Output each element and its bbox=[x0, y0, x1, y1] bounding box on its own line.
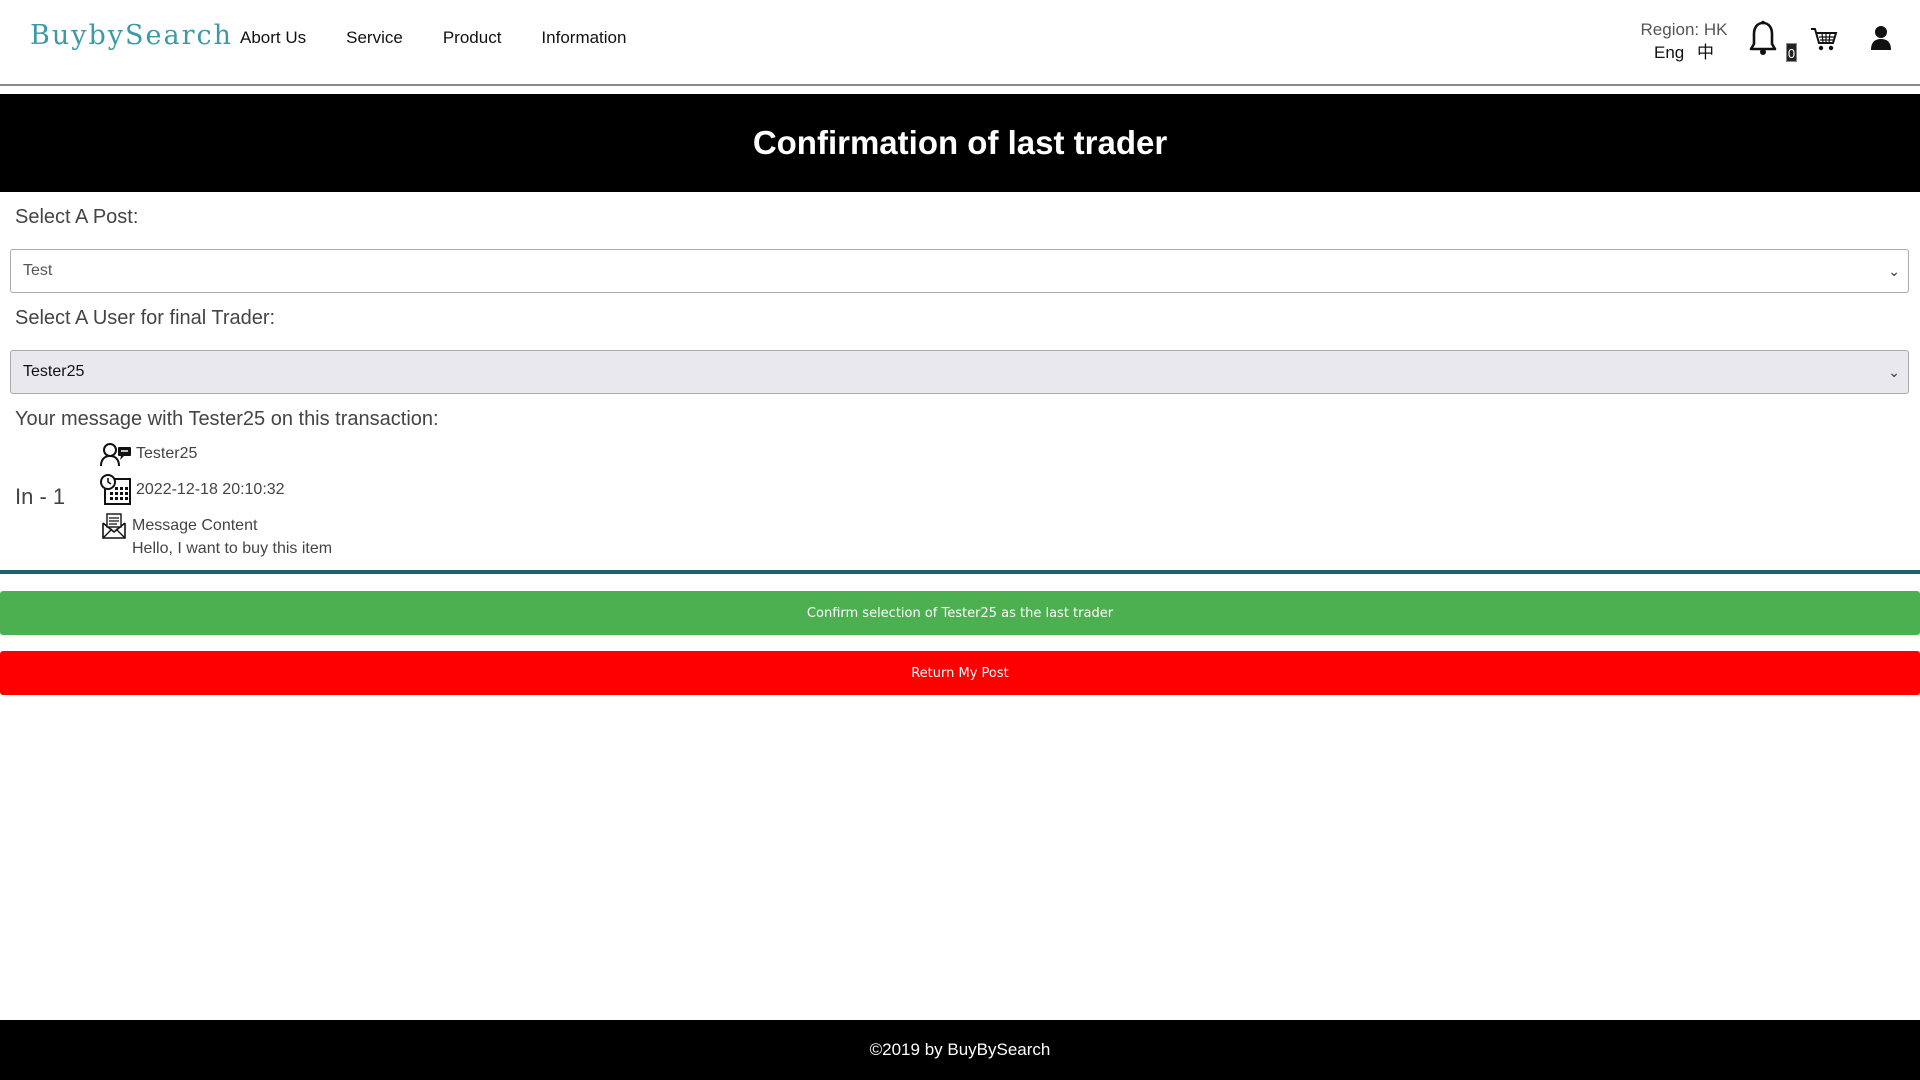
cart-icon[interactable] bbox=[1810, 26, 1838, 52]
page-title-bar: Confirmation of last trader bbox=[0, 94, 1920, 192]
section-divider bbox=[0, 570, 1920, 574]
notification-count-badge: 0 bbox=[1786, 43, 1797, 62]
message-content: Hello, I want to buy this item bbox=[132, 540, 333, 557]
site-logo[interactable]: BuybySearch bbox=[30, 20, 233, 51]
lang-chinese[interactable]: 中 bbox=[1697, 43, 1714, 62]
chevron-down-icon: ⌄ bbox=[1888, 263, 1900, 279]
message-section-label: Your message with Tester25 on this trans… bbox=[15, 408, 439, 430]
message-content-label: Message Content bbox=[132, 517, 258, 534]
message-sender: Tester25 bbox=[136, 445, 198, 462]
trader-select[interactable]: Tester25 ⌄ bbox=[10, 350, 1909, 394]
region-selector[interactable]: Region: HK Eng 中 bbox=[1636, 18, 1732, 64]
trader-select-value: Tester25 bbox=[23, 363, 85, 380]
user-chat-icon bbox=[100, 443, 131, 467]
message-timestamp-row: 2022-12-18 20:10:32 bbox=[100, 474, 285, 506]
message-index: In - 1 bbox=[15, 484, 66, 509]
envelope-letter-icon bbox=[102, 513, 126, 539]
user-icon[interactable] bbox=[1870, 25, 1892, 51]
page-footer: ©2019 by BuyBySearch bbox=[0, 1020, 1920, 1080]
top-header: BuybySearch Abort Us Service Product Inf… bbox=[0, 0, 1920, 86]
lang-english[interactable]: Eng bbox=[1654, 43, 1684, 62]
post-select[interactable]: Test ⌄ bbox=[10, 249, 1909, 293]
nav-information[interactable]: Information bbox=[541, 28, 626, 48]
nav-service[interactable]: Service bbox=[346, 28, 403, 48]
language-switcher: Eng 中 bbox=[1636, 41, 1732, 64]
footer-copyright: ©2019 by BuyBySearch bbox=[869, 1040, 1051, 1059]
nav-product[interactable]: Product bbox=[443, 28, 502, 48]
chevron-down-icon: ⌄ bbox=[1888, 364, 1900, 380]
region-label: Region: HK bbox=[1640, 20, 1728, 39]
post-select-value: Test bbox=[23, 262, 53, 279]
user-select-label: Select A User for final Trader: bbox=[15, 307, 276, 329]
calendar-clock-icon bbox=[100, 474, 131, 505]
main-nav: Abort Us Service Product Information bbox=[240, 28, 626, 48]
post-select-label: Select A Post: bbox=[15, 206, 139, 228]
page-title: Confirmation of last trader bbox=[752, 124, 1168, 161]
message-content-row: Message Content bbox=[100, 512, 257, 540]
bell-icon[interactable] bbox=[1748, 20, 1778, 56]
message-timestamp: 2022-12-18 20:10:32 bbox=[136, 481, 285, 498]
message-sender-row: Tester25 bbox=[100, 441, 197, 467]
return-my-post-button[interactable]: Return My Post bbox=[0, 651, 1920, 695]
confirm-trader-button[interactable]: Confirm selection of Tester25 as the las… bbox=[0, 591, 1920, 635]
nav-about-us[interactable]: Abort Us bbox=[240, 28, 306, 48]
